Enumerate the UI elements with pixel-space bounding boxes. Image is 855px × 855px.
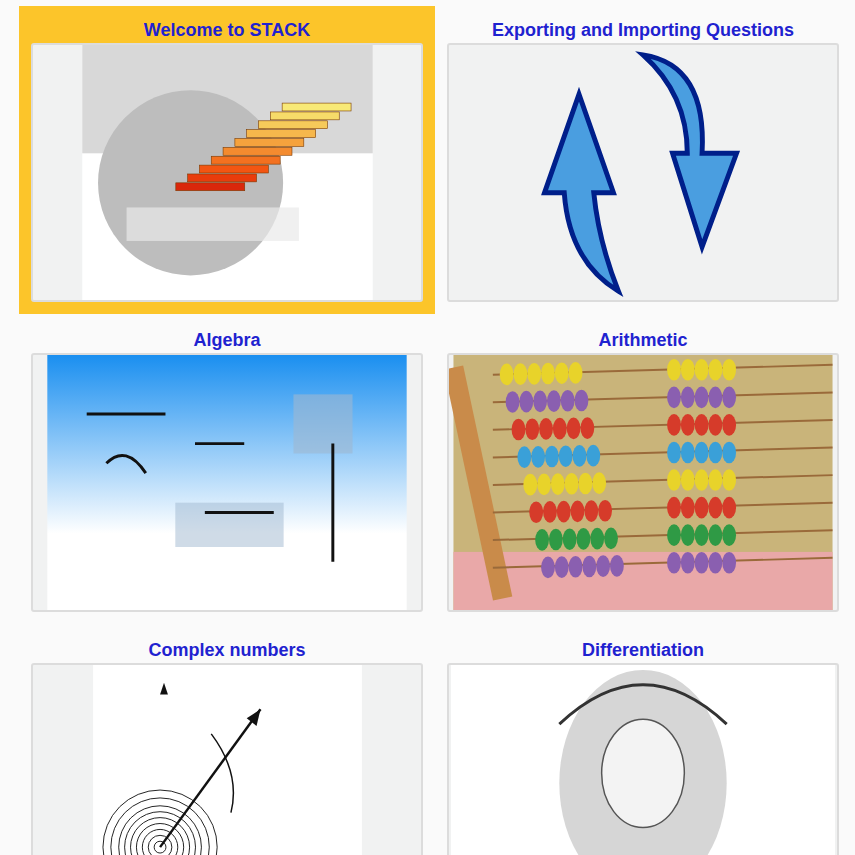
portrait-engraving-icon [449,665,837,855]
card-title[interactable]: Algebra [31,330,423,350]
course-grid: Welcome to STACK Exporting and Importing … [0,0,855,855]
card-image[interactable] [31,353,423,612]
card-title[interactable]: Exporting and Importing Questions [447,20,839,40]
course-card[interactable]: Algebra [19,316,435,624]
course-card[interactable]: Complex numbers [19,626,435,855]
course-card[interactable]: Differentiation [435,626,851,855]
card-image[interactable] [31,663,423,855]
course-card[interactable]: Exporting and Importing Questions [435,6,851,314]
card-image[interactable] [447,663,839,855]
card-title[interactable]: Arithmetic [447,330,839,350]
abacus-picture-icon [449,355,837,610]
stack-logo-icon [80,45,375,300]
import-export-arrows-icon [449,45,837,300]
card-title[interactable]: Complex numbers [31,640,423,660]
card-image[interactable] [31,43,423,302]
card-image[interactable] [447,43,839,302]
course-card[interactable]: Arithmetic [435,316,851,624]
course-card[interactable]: Welcome to STACK [19,6,435,314]
formulas-picture-icon [33,355,421,610]
card-image[interactable] [447,353,839,612]
argand-diagram-icon [91,665,364,855]
card-title[interactable]: Differentiation [447,640,839,660]
card-title[interactable]: Welcome to STACK [31,20,423,40]
